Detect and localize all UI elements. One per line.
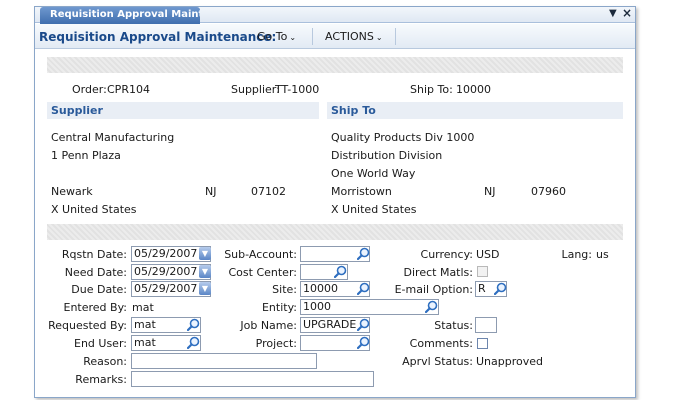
- supplier-address: 1 Penn Plaza: [51, 149, 121, 162]
- remarks-label: Remarks:: [75, 373, 127, 386]
- supplier-name: Central Manufacturing: [51, 131, 175, 144]
- end-user-label: End User:: [74, 337, 127, 350]
- supplier-city: Newark: [51, 185, 93, 198]
- supplier-label: Supplier:: [231, 83, 280, 96]
- requisition-window: Requisition Approval Mainte... ▼ × Requi…: [34, 6, 636, 398]
- status-label: Status:: [434, 319, 473, 332]
- goto-menu[interactable]: Go To ⌄: [257, 30, 296, 43]
- entered-by-value: mat: [132, 301, 154, 314]
- shipto-state: NJ: [484, 185, 496, 198]
- entity-label: Entity:: [261, 301, 297, 314]
- currency-value: USD: [476, 248, 500, 261]
- details-band: [47, 224, 623, 240]
- form-content: Order: CPR104 Supplier: TT-1000 Ship To:…: [47, 57, 623, 397]
- shipto-zip: 07960: [531, 185, 566, 198]
- shipto-country: X United States: [331, 203, 417, 216]
- aprvl-status-label: Aprvl Status:: [402, 355, 473, 368]
- requested-by-label: Requested By:: [48, 319, 127, 332]
- due-date-label: Due Date:: [71, 283, 127, 296]
- tab-strip: Requisition Approval Mainte... ▼ ×: [35, 6, 635, 24]
- rqstn-date-label: Rqstn Date:: [61, 248, 127, 261]
- search-icon[interactable]: [494, 282, 507, 295]
- direct-matls-checkbox[interactable]: [477, 266, 488, 277]
- shipto-name: Quality Products Div 1000: [331, 131, 475, 144]
- supplier-section-header: Supplier: [47, 102, 319, 119]
- actions-menu[interactable]: ACTIONS ⌄: [325, 30, 383, 43]
- menu-separator: [312, 28, 313, 45]
- job-name-label: Job Name:: [240, 319, 297, 332]
- lang-label: Lang:: [561, 248, 592, 261]
- need-date-label: Need Date:: [64, 266, 127, 279]
- project-label: Project:: [255, 337, 297, 350]
- direct-matls-label: Direct Matls:: [403, 266, 473, 279]
- currency-label: Currency:: [420, 248, 473, 261]
- email-option-label: E-mail Option:: [394, 283, 473, 296]
- goto-menu-label: Go To: [257, 30, 288, 43]
- supplier-state: NJ: [205, 185, 217, 198]
- tab-requisition-approval[interactable]: Requisition Approval Mainte...: [40, 7, 200, 24]
- reason-label: Reason:: [83, 355, 127, 368]
- shipto-address-1: Distribution Division: [331, 149, 443, 162]
- cost-center-label: Cost Center:: [228, 266, 298, 279]
- window-menu-icon[interactable]: ▼: [609, 8, 617, 19]
- entity-field[interactable]: 1000: [300, 299, 439, 315]
- search-icon[interactable]: [425, 300, 438, 313]
- shipto-section-header: Ship To: [327, 102, 623, 119]
- lang-value: us: [596, 248, 609, 261]
- remarks-field[interactable]: [131, 371, 374, 387]
- site-label: Site:: [272, 283, 297, 296]
- search-icon[interactable]: [334, 265, 347, 278]
- chevron-down-icon: ⌄: [289, 33, 297, 42]
- status-field[interactable]: [475, 317, 497, 333]
- aprvl-status-value: Unapproved: [476, 355, 543, 368]
- actions-menu-label: ACTIONS: [325, 30, 374, 43]
- order-label: Order:: [72, 83, 107, 96]
- header-band: [47, 57, 623, 73]
- menu-separator: [395, 28, 396, 45]
- page-title: Requisition Approval Maintenance:: [39, 30, 277, 44]
- shipto-label: Ship To:: [410, 83, 453, 96]
- search-icon[interactable]: [187, 336, 200, 349]
- search-icon[interactable]: [187, 318, 200, 331]
- close-icon[interactable]: ×: [622, 6, 632, 20]
- supplier-country: X United States: [51, 203, 137, 216]
- comments-checkbox[interactable]: [477, 338, 488, 349]
- comments-label: Comments:: [409, 337, 473, 350]
- shipto-value: 10000: [456, 83, 491, 96]
- entered-by-label: Entered By:: [63, 301, 128, 314]
- chevron-down-icon: ⌄: [375, 33, 383, 42]
- sub-account-label: Sub-Account:: [224, 248, 297, 261]
- supplier-value: TT-1000: [275, 83, 320, 96]
- order-value: CPR104: [107, 83, 150, 96]
- supplier-zip: 07102: [251, 185, 286, 198]
- menu-bar: Requisition Approval Maintenance: Go To ⌄…: [35, 24, 635, 49]
- shipto-address-2: One World Way: [331, 167, 416, 180]
- reason-field[interactable]: [131, 353, 317, 369]
- shipto-city: Morristown: [331, 185, 392, 198]
